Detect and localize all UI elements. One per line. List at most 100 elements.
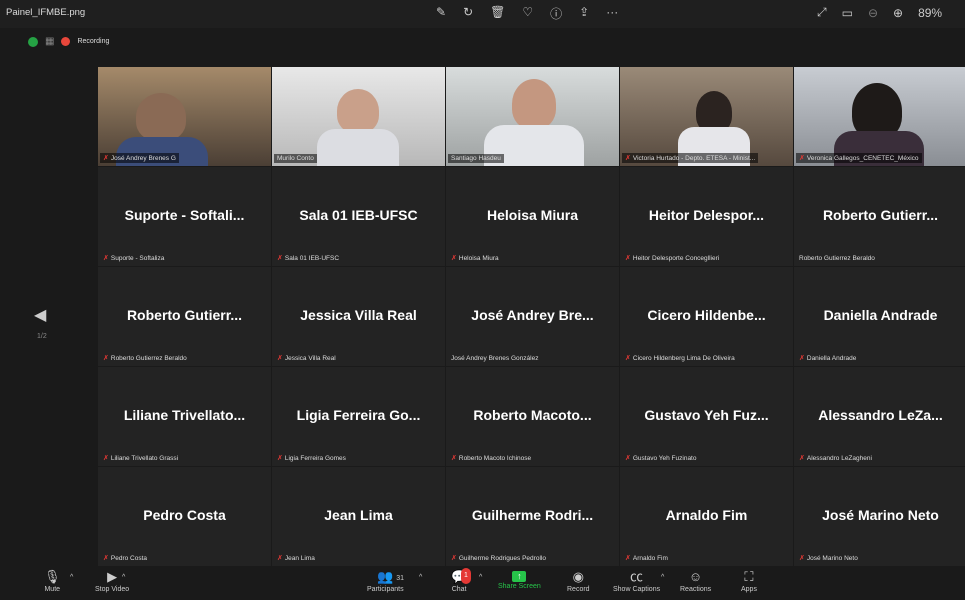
participant-display-name: Pedro Costa (143, 507, 226, 523)
participant-name: Guilherme Rodrigues Pedrollo (458, 555, 546, 562)
participant-tile[interactable]: Roberto Gutierr... Roberto Gutierrez Bera… (794, 167, 965, 266)
participant-name: José Andrey Brenes González (451, 355, 539, 362)
participant-name: Roberto Macoto Ichinose (458, 455, 532, 462)
video-feed (98, 67, 271, 166)
share-icon[interactable]: ⇪ (579, 5, 589, 22)
participant-name: José Andrey Brenes G (110, 155, 176, 162)
record-icon: ◉ (572, 569, 584, 584)
participant-tile[interactable]: Roberto Macoto... ✗ Roberto Macoto Ichinos… (446, 367, 619, 466)
info-icon[interactable]: ⓘ (550, 5, 562, 22)
participant-name-tag: ✗ Heloisa Miura (448, 253, 502, 263)
more-icon[interactable]: ··· (606, 5, 618, 22)
participant-tile[interactable]: Pedro Costa ✗ Pedro Costa (98, 467, 271, 566)
participant-tile[interactable]: Suporte - Softali... ✗ Suporte - Softaliza (98, 167, 271, 266)
zoom-out-icon[interactable]: ⊖ (868, 6, 878, 20)
participant-name-tag: ✗ Liliane Trivellato Grassi (100, 453, 181, 463)
chat-chevron-icon[interactable]: ^ (479, 574, 482, 581)
edit-icon[interactable]: ✎ (436, 5, 446, 22)
participant-tile[interactable]: Jean Lima ✗ Jean Lima (272, 467, 445, 566)
participant-tile[interactable]: Liliane Trivellato... ✗ Liliane Trivellato… (98, 367, 271, 466)
participant-name-tag: José Andrey Brenes González (448, 354, 541, 363)
participant-display-name: José Marino Neto (822, 507, 939, 523)
participant-display-name: Jean Lima (324, 507, 393, 523)
record-label: Record (567, 586, 590, 593)
participant-name-tag: Murilo Conto (274, 154, 317, 163)
video-tile[interactable]: ✗ Victoria Hurtado - Depto. ETESA - Minis… (620, 67, 793, 166)
audio-options-chevron-icon[interactable]: ^ (70, 574, 73, 581)
participant-name: Suporte - Softaliza (110, 255, 165, 262)
viewer-toolbar: ✎ ↻ 🗑 ♡ ⓘ ⇪ ··· (436, 5, 618, 22)
participant-name: Jean Lima (284, 555, 315, 562)
rotate-icon[interactable]: ↻ (463, 5, 473, 22)
participant-tile[interactable]: Gustavo Yeh Fuz... ✗ Gustavo Yeh Fuzinato (620, 367, 793, 466)
participant-name-tag: ✗ Cicero Hildenberg Lima De Oliveira (622, 353, 738, 363)
muted-mic-icon: ✗ (625, 455, 631, 462)
participant-tile[interactable]: Sala 01 IEB-UFSC ✗ Sala 01 IEB-UFSC (272, 167, 445, 266)
video-options-chevron-icon[interactable]: ^ (122, 574, 125, 581)
active-speaker-tile[interactable]: Santiago Hasdeu (446, 67, 619, 166)
participants-button[interactable]: 👥 31 Participants (367, 569, 404, 593)
participant-name: Pedro Costa (110, 555, 148, 562)
chat-icon: 💬 1 (451, 568, 471, 585)
muted-mic-icon: ✗ (799, 555, 805, 562)
participant-grid: ✗ José Andrey Brenes G Murilo Conto Santi… (98, 67, 965, 566)
apps-label: Apps (741, 586, 757, 593)
share-screen-label: Share Screen (498, 583, 541, 590)
reactions-button[interactable]: ☺ Reactions (680, 569, 711, 593)
show-captions-button[interactable]: ㏄ Show Captions (613, 569, 660, 593)
participant-display-name: Daniella Andrade (823, 307, 938, 323)
participant-name-tag: ✗ Suporte - Softaliza (100, 253, 167, 263)
microphone-icon: 🎙 (44, 569, 61, 584)
mute-button[interactable]: 🎙 Mute (44, 569, 61, 593)
meeting-status: ▦ Recording (28, 36, 109, 47)
previous-page-icon[interactable]: ◀ (34, 305, 46, 325)
participant-name: Ligia Ferreira Gomes (284, 455, 346, 462)
chat-unread-badge: 1 (461, 568, 471, 584)
expand-icon[interactable]: ⤢ (817, 5, 827, 20)
participant-tile[interactable]: Ligia Ferreira Go... ✗ Ligia Ferreira Gome… (272, 367, 445, 466)
participant-display-name: Ligia Ferreira Go... (296, 407, 421, 423)
chat-button[interactable]: 💬 1 Chat (451, 568, 471, 593)
participant-name-tag: ✗ Alessandro LeZagheni (796, 453, 875, 463)
participant-tile[interactable]: Roberto Gutierr... ✗ Roberto Gutierrez Ber… (98, 267, 271, 366)
video-tile[interactable]: ✗ José Andrey Brenes G (98, 67, 271, 166)
participant-tile[interactable]: Alessandro LeZa... ✗ Alessandro LeZagheni (794, 367, 965, 466)
participant-name-tag: ✗ Arnaldo Fim (622, 553, 671, 563)
participant-display-name: Heitor Delespor... (648, 207, 765, 223)
video-tile[interactable]: ✗ Veronica Gallegos_CENETEC_México (794, 67, 965, 166)
stop-video-button[interactable]: ▶ Stop Video (95, 569, 129, 593)
participant-display-name: Roberto Macoto... (473, 407, 592, 423)
record-button[interactable]: ◉ Record (567, 569, 590, 593)
participant-tile[interactable]: Daniella Andrade ✗ Daniella Andrade (794, 267, 965, 366)
apps-button[interactable]: ⛶ Apps (741, 569, 757, 593)
favorite-icon[interactable]: ♡ (522, 5, 533, 22)
stop-video-label: Stop Video (95, 586, 130, 593)
muted-mic-icon: ✗ (625, 155, 631, 162)
participant-tile[interactable]: Cicero Hildenbe... ✗ Cicero Hildenberg Lim… (620, 267, 793, 366)
share-screen-button[interactable]: ↑ Share Screen (498, 569, 541, 590)
participant-tile[interactable]: Arnaldo Fim ✗ Arnaldo Fim (620, 467, 793, 566)
participant-tile[interactable]: José Marino Neto ✗ José Marino Neto (794, 467, 965, 566)
participant-name-tag: ✗ Daniella Andrade (796, 353, 859, 363)
participant-name-tag: Roberto Gutierrez Beraldo (796, 254, 878, 263)
grid-view-icon[interactable]: ▦ (45, 36, 54, 47)
fit-icon[interactable]: ▭ (842, 6, 853, 20)
participant-tile[interactable]: Heloisa Miura ✗ Heloisa Miura (446, 167, 619, 266)
apps-icon: ⛶ (744, 569, 754, 584)
participant-tile[interactable]: Jessica Villa Real ✗ Jessica Villa Real (272, 267, 445, 366)
muted-mic-icon: ✗ (799, 455, 805, 462)
participants-chevron-icon[interactable]: ^ (419, 574, 422, 581)
video-tile[interactable]: Murilo Conto (272, 67, 445, 166)
chat-label: Chat (451, 586, 467, 593)
participant-name-tag: ✗ Veronica Gallegos_CENETEC_México (796, 153, 922, 163)
delete-icon[interactable]: 🗑 (490, 5, 505, 22)
zoom-in-icon[interactable]: ⊕ (893, 6, 903, 20)
zoom-level: 89% (918, 5, 943, 20)
participant-tile[interactable]: Guilherme Rodri... ✗ Guilherme Rodrigues P… (446, 467, 619, 566)
participant-name: Alessandro LeZagheni (806, 455, 872, 462)
participant-tile[interactable]: Heitor Delespor... ✗ Heitor Delesporte Con… (620, 167, 793, 266)
participant-tile[interactable]: José Andrey Bre... José Andrey Brenes Gon… (446, 267, 619, 366)
captions-chevron-icon[interactable]: ^ (661, 574, 664, 581)
shield-icon[interactable] (28, 36, 38, 47)
muted-mic-icon: ✗ (103, 155, 109, 162)
